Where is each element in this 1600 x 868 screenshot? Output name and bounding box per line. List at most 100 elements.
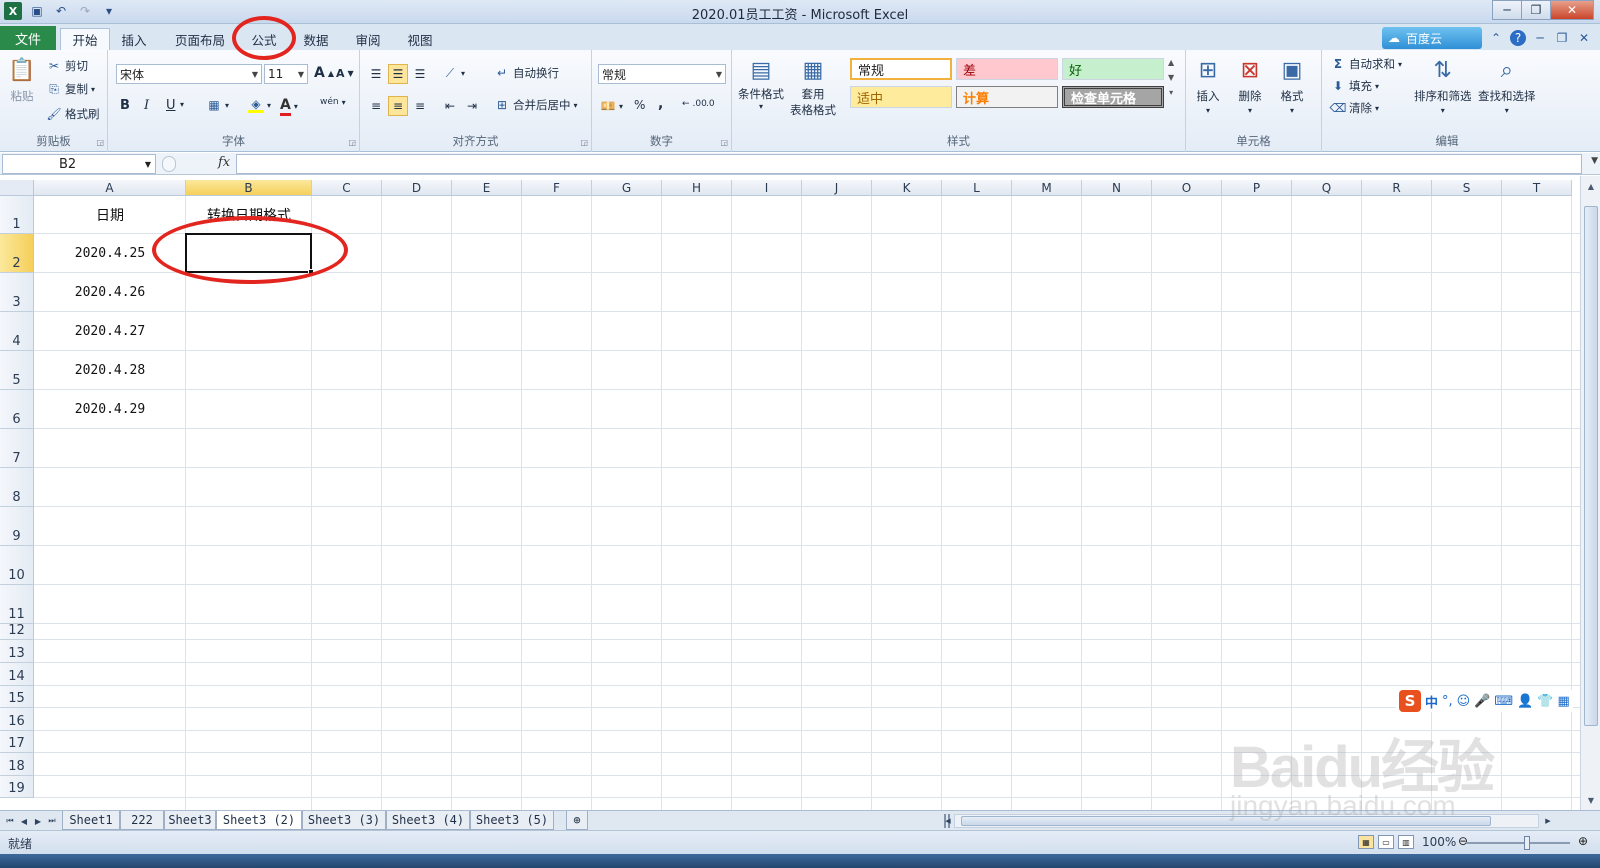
wrap-text-button[interactable]: ↵ 自动换行	[494, 65, 559, 81]
merge-center-button[interactable]: ⊞ 合并后居中 ▾	[494, 97, 578, 113]
next-sheet-icon[interactable]: ▶	[32, 814, 44, 828]
scroll-down-icon[interactable]: ▼	[1583, 792, 1599, 808]
doc-minimize-icon[interactable]: ─	[1532, 30, 1548, 46]
chevron-down-icon[interactable]: ▼	[145, 160, 151, 169]
delete-cells-button[interactable]: ⊠ 删除 ▾	[1234, 54, 1266, 116]
tab-home[interactable]: 开始	[60, 28, 110, 50]
cell-a6[interactable]: 2020.4.29	[34, 390, 186, 429]
fill-button[interactable]: ⬇ 填充 ▾	[1330, 78, 1379, 94]
tab-review[interactable]: 审阅	[348, 28, 388, 50]
chevron-down-icon[interactable]: ▼	[1168, 73, 1174, 82]
column-header-r[interactable]: R	[1362, 180, 1432, 196]
format-painter-button[interactable]: 🖌 格式刷	[46, 106, 99, 122]
horizontal-scroll-thumb[interactable]	[961, 816, 1491, 826]
close-button[interactable]: ✕	[1550, 0, 1594, 20]
italic-button[interactable]: I	[144, 98, 149, 113]
chevron-up-icon[interactable]: ▲	[1168, 58, 1174, 67]
column-header-i[interactable]: I	[732, 180, 802, 196]
insert-sheet-icon[interactable]: ⊕	[566, 811, 588, 830]
tab-insert[interactable]: 插入	[114, 28, 154, 50]
conditional-formatting-button[interactable]: ▤ 条件格式 ▾	[738, 54, 784, 112]
borders-button[interactable]: ▦ ▾	[206, 97, 229, 113]
dialog-launcher-icon[interactable]: ◲	[96, 138, 104, 147]
zoom-slider[interactable]	[1466, 842, 1570, 844]
find-select-button[interactable]: ⌕ 查找和选择 ▾	[1478, 54, 1536, 116]
vertical-scroll-thumb[interactable]	[1584, 206, 1598, 726]
help-icon[interactable]: ?	[1510, 30, 1526, 46]
page-break-view-icon[interactable]: ▥	[1398, 835, 1414, 849]
tab-page-layout[interactable]: 页面布局	[168, 28, 232, 50]
zoom-out-icon[interactable]: ⊖	[1458, 834, 1468, 848]
phonetic-button[interactable]: wén ▾	[320, 97, 346, 107]
emoji-icon[interactable]: ☺	[1457, 694, 1471, 709]
row-header-8[interactable]: 8	[0, 468, 34, 507]
microphone-icon[interactable]: 🎤	[1474, 694, 1490, 709]
align-right-icon[interactable]: ≡	[410, 96, 430, 116]
restore-button[interactable]: ❐	[1521, 0, 1551, 20]
column-header-p[interactable]: P	[1222, 180, 1292, 196]
sheet-tab[interactable]: Sheet3 (2)	[216, 811, 302, 830]
cell-a2[interactable]: 2020.4.25	[34, 234, 186, 273]
column-header-d[interactable]: D	[382, 180, 452, 196]
cell-a1[interactable]: 日期	[34, 196, 186, 234]
doc-restore-icon[interactable]: ❐	[1554, 30, 1570, 46]
vertical-scrollbar[interactable]: ▲ ▼	[1580, 176, 1600, 810]
row-header-3[interactable]: 3	[0, 273, 34, 312]
decrease-indent-icon[interactable]: ⇤	[440, 96, 460, 116]
minimize-button[interactable]: ─	[1492, 0, 1522, 20]
format-cells-button[interactable]: ▣ 格式 ▾	[1276, 54, 1308, 116]
comma-button[interactable]: ,	[658, 96, 663, 112]
column-header-f[interactable]: F	[522, 180, 592, 196]
number-format-select[interactable]: 常规 ▼	[598, 64, 726, 84]
shrink-font-button[interactable]: A ▼	[336, 67, 354, 80]
row-header-14[interactable]: 14	[0, 663, 34, 686]
row-header-7[interactable]: 7	[0, 429, 34, 468]
row-header-11[interactable]: 11	[0, 585, 34, 624]
style-calculation[interactable]: 计算	[956, 86, 1058, 108]
insert-cells-button[interactable]: ⊞ 插入 ▾	[1192, 54, 1224, 116]
row-header-5[interactable]: 5	[0, 351, 34, 390]
style-gallery-scroll[interactable]: ▲ ▼ ▾	[1168, 58, 1174, 97]
scroll-left-icon[interactable]: ◀	[942, 814, 954, 828]
decrease-decimal-button[interactable]: .0	[706, 99, 715, 109]
sheet-tab[interactable]: Sheet3 (3)	[302, 811, 386, 830]
doc-close-icon[interactable]: ✕	[1576, 30, 1592, 46]
row-header-13[interactable]: 13	[0, 640, 34, 663]
column-header-g[interactable]: G	[592, 180, 662, 196]
sheet-tab[interactable]: Sheet1	[62, 811, 120, 830]
style-neutral[interactable]: 适中	[850, 86, 952, 108]
dialog-launcher-icon[interactable]: ◲	[348, 138, 356, 147]
autosum-button[interactable]: Σ 自动求和 ▾	[1330, 56, 1402, 72]
row-header-4[interactable]: 4	[0, 312, 34, 351]
first-sheet-icon[interactable]: ⏮	[4, 814, 16, 828]
column-header-a[interactable]: A	[34, 180, 186, 196]
zoom-level[interactable]: 100%	[1422, 835, 1456, 849]
tab-view[interactable]: 视图	[400, 28, 440, 50]
accounting-format-button[interactable]: 💴 ▾	[600, 98, 624, 114]
row-header-19[interactable]: 19	[0, 776, 34, 798]
insert-function-icon[interactable]: fx	[218, 155, 230, 170]
formula-expand-handle[interactable]	[162, 156, 176, 172]
active-cell-b2[interactable]	[185, 233, 312, 273]
column-header-q[interactable]: Q	[1292, 180, 1362, 196]
align-top-icon[interactable]: ☰	[366, 64, 386, 84]
cell-a5[interactable]: 2020.4.28	[34, 351, 186, 390]
align-bottom-icon[interactable]: ☰	[410, 64, 430, 84]
column-header-l[interactable]: L	[942, 180, 1012, 196]
increase-decimal-button[interactable]: ← .00	[682, 99, 707, 109]
bold-button[interactable]: B	[120, 98, 130, 113]
ime-mode[interactable]: 中	[1425, 692, 1438, 711]
cell-a4[interactable]: 2020.4.27	[34, 312, 186, 351]
chevron-down-icon[interactable]: ▾	[180, 100, 184, 109]
paste-button[interactable]: 📋 粘贴	[6, 54, 38, 104]
row-header-2[interactable]: 2	[0, 234, 34, 273]
zoom-slider-knob[interactable]	[1524, 836, 1530, 850]
sheet-tab[interactable]: 222	[120, 811, 164, 830]
font-name-select[interactable]: 宋体 ▼	[116, 64, 262, 84]
skin-icon[interactable]: 👕	[1537, 694, 1553, 709]
style-good[interactable]: 好	[1062, 58, 1164, 80]
increase-indent-icon[interactable]: ⇥	[462, 96, 482, 116]
column-header-c[interactable]: C	[312, 180, 382, 196]
horizontal-scrollbar[interactable]	[954, 814, 1539, 828]
row-header-12[interactable]: 12	[0, 623, 34, 640]
